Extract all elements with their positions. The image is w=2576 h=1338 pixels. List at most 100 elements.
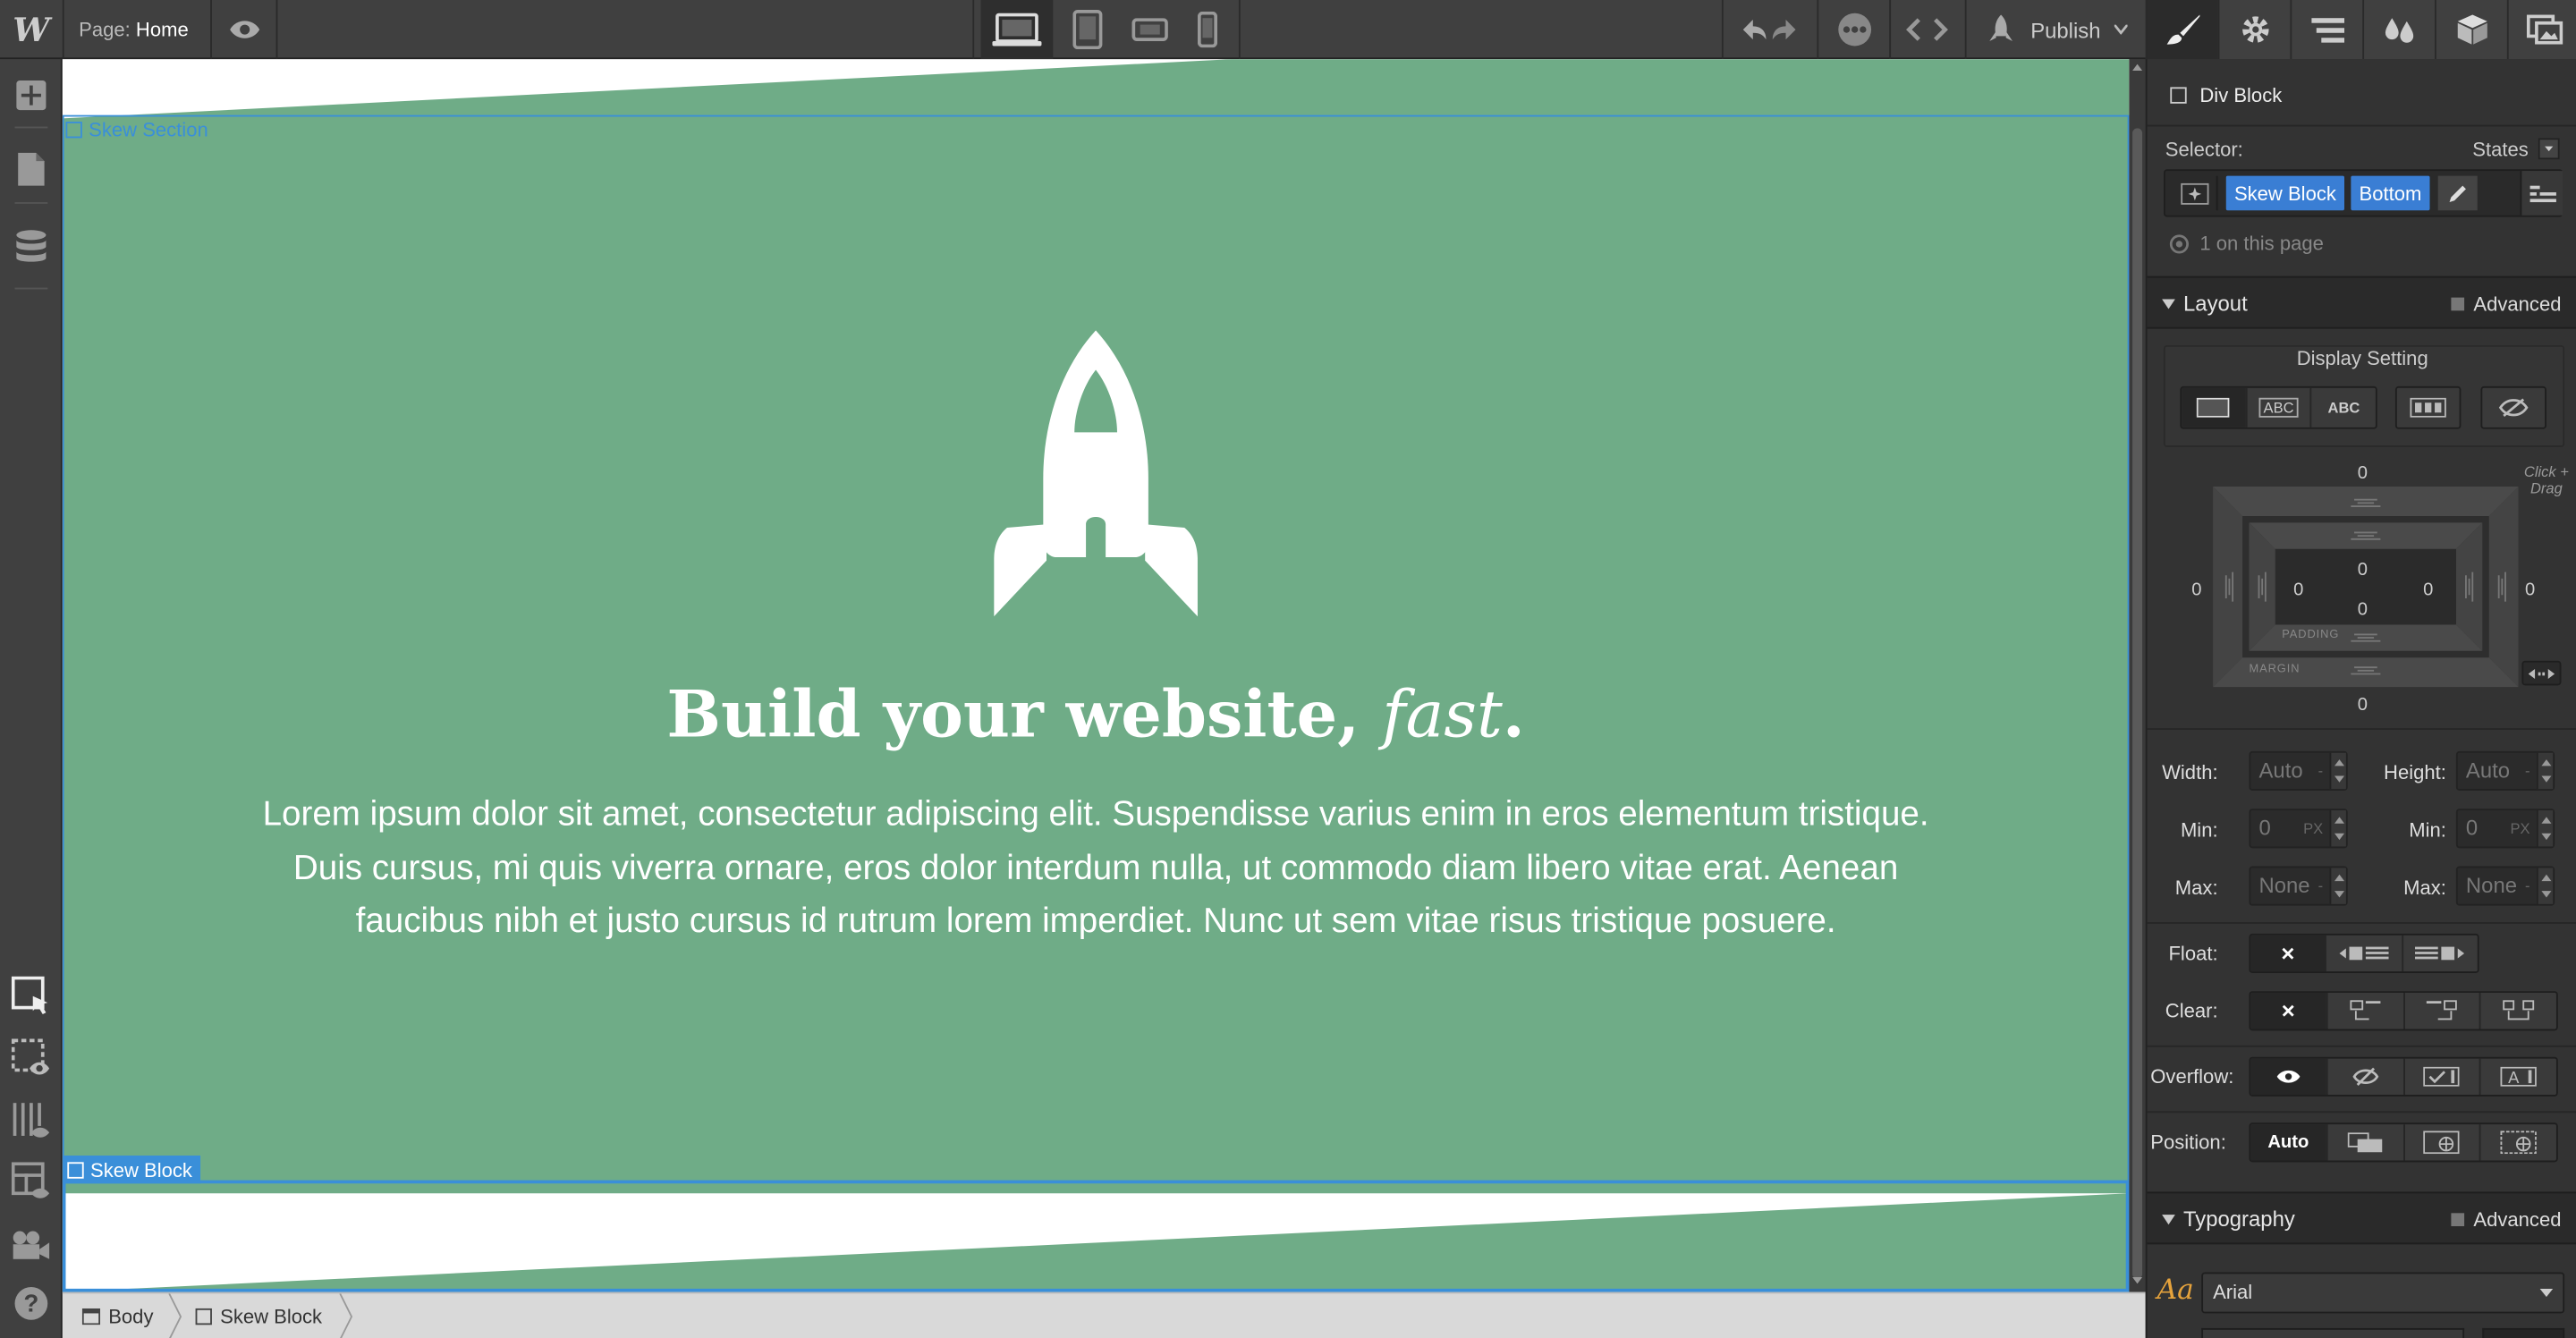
breadcrumb-body-label: Body [108,1305,154,1328]
selector-field[interactable]: Skew Block Bottom [2163,169,2563,217]
font-style-toggle[interactable] [2482,1327,2565,1338]
position-relative-icon[interactable] [2326,1124,2402,1161]
display-inline-option[interactable]: ABC [2310,387,2376,428]
skew-section-background [62,59,2130,1292]
tab-swatches-drops-icon[interactable] [2362,0,2435,60]
width-input[interactable]: Auto - [2249,750,2348,792]
typography-advanced-toggle[interactable]: Advanced [2450,1208,2561,1232]
display-inline-block-option[interactable]: ABC [2245,387,2310,428]
layout-advanced-label: Advanced [2473,292,2562,316]
margin-right-value[interactable]: 0 [2525,580,2535,600]
scrollbar-thumb[interactable] [2132,128,2143,1279]
display-none-option[interactable] [2480,385,2546,429]
rocket-icon [994,330,1198,617]
device-desktop-icon[interactable] [980,0,1054,60]
clear-left-icon[interactable] [2326,993,2402,1029]
states-dropdown[interactable]: States [2472,138,2529,161]
help-question-icon[interactable]: ? [12,1283,51,1323]
tab-settings-gear-icon[interactable] [2217,0,2291,60]
padding-top-value[interactable]: 0 [2358,561,2368,580]
min-width-input[interactable]: 0 PX [2249,809,2348,849]
margin-bottom-value[interactable]: 0 [2358,695,2368,715]
selector-menu-icon[interactable] [2520,171,2563,216]
skew-section-name: Skew Section [89,118,208,142]
font-family-select[interactable]: Arial [2201,1272,2565,1314]
skew-section-label[interactable]: Skew Section [65,118,208,141]
position-absolute-icon[interactable] [2402,1124,2479,1161]
max-height-input[interactable]: None - [2455,866,2555,906]
float-right-icon[interactable] [2401,935,2478,972]
overflow-visible-eye-icon[interactable] [2250,1058,2326,1096]
selector-tag-skew-block[interactable]: Skew Block [2225,175,2345,211]
preview-eye-icon[interactable] [214,0,276,59]
max-width-input[interactable]: None - [2249,866,2348,906]
position-auto-option[interactable]: Auto [2250,1124,2326,1161]
cms-database-icon[interactable] [12,227,51,267]
element-type: Div Block [2170,83,2283,107]
display-flex-option[interactable] [2394,385,2462,429]
overflow-auto-icon[interactable]: A [2479,1058,2556,1096]
svg-text:?: ? [23,1290,38,1317]
layout-advanced-toggle[interactable]: Advanced [2450,292,2562,316]
float-left-icon[interactable] [2325,935,2402,972]
expand-box-icon[interactable] [2521,660,2562,686]
margin-left-value[interactable]: 0 [2191,580,2201,600]
overflow-hidden-icon[interactable] [2326,1058,2402,1096]
design-canvas[interactable]: Build your website, fast. Lorem ipsum do… [62,59,2130,1292]
page-selector[interactable]: Page: Home [79,18,189,41]
preview-bounds-icon[interactable] [11,1038,51,1079]
font-weight-select[interactable] [2201,1327,2465,1338]
selector-tag-bottom[interactable]: Bottom [2351,175,2430,211]
code-export-icon[interactable] [1893,0,1962,59]
padding-right-value[interactable]: 0 [2423,580,2433,600]
element-type-label: Div Block [2199,83,2283,107]
selector-type-icon[interactable] [2172,175,2218,211]
device-landscape-icon[interactable] [1121,0,1180,59]
display-block-option[interactable] [2182,387,2246,428]
comments-icon[interactable] [1820,0,1889,59]
padding-bottom-value[interactable]: 0 [2358,600,2368,620]
tab-style-brush-icon[interactable] [2145,0,2218,60]
layout-section-header[interactable]: Layout Advanced [2147,275,2576,329]
states-dropdown-arrow[interactable] [2538,138,2560,160]
pages-icon[interactable] [12,149,51,189]
video-tutorials-icon[interactable] [12,1226,51,1266]
float-none-icon[interactable]: ✕ [2250,935,2326,972]
height-input[interactable]: Auto - [2455,750,2555,792]
tab-navigator-icon[interactable] [2290,0,2362,60]
breadcrumb-skew-block[interactable]: Skew Block [195,1293,322,1338]
x-ray-mode-icon[interactable] [11,1162,51,1201]
typography-section-header[interactable]: Typography Advanced [2147,1191,2576,1245]
min-width-label: Min: [2180,818,2218,842]
clear-both-icon[interactable] [2479,993,2556,1029]
spacing-box-model[interactable] [2213,487,2519,688]
grid-overlay-icon[interactable] [12,1101,51,1140]
display-abc-inline: ABC [2327,399,2360,416]
states-label: States [2472,138,2529,162]
padding-left-value[interactable]: 0 [2293,580,2303,600]
position-options: Auto [2249,1122,2558,1163]
device-phone-icon[interactable] [1180,0,1235,59]
margin-top-value[interactable]: 0 [2358,463,2368,483]
hero-title-emphasis: fast [1382,679,1503,753]
add-elements-plus-icon[interactable] [12,76,51,115]
position-fixed-icon[interactable] [2479,1124,2556,1161]
edit-selector-pencil-icon[interactable] [2437,175,2478,211]
publish-button[interactable]: Publish [1968,0,2139,59]
canvas-scrollbar[interactable] [2129,59,2146,1292]
skew-block-label[interactable]: Skew Block [62,1156,201,1184]
overflow-scroll-icon[interactable] [2402,1058,2479,1096]
layout-title: Layout [2183,291,2248,316]
breadcrumb-body[interactable]: Body [81,1293,154,1338]
device-tablet-icon[interactable] [1058,0,1117,59]
undo-redo-icons[interactable] [1728,0,1810,59]
clear-none-icon[interactable]: ✕ [2250,993,2326,1029]
clear-label: Clear: [2165,999,2218,1023]
webflow-logo[interactable]: W [0,0,63,59]
min-height-input[interactable]: 0 PX [2455,809,2555,849]
page-name: Home [135,18,189,41]
clear-right-icon[interactable] [2402,993,2479,1029]
tab-assets-images-icon[interactable] [2506,0,2576,60]
tab-symbols-cube-icon[interactable] [2435,0,2507,60]
select-element-cursor-icon[interactable] [11,976,51,1016]
